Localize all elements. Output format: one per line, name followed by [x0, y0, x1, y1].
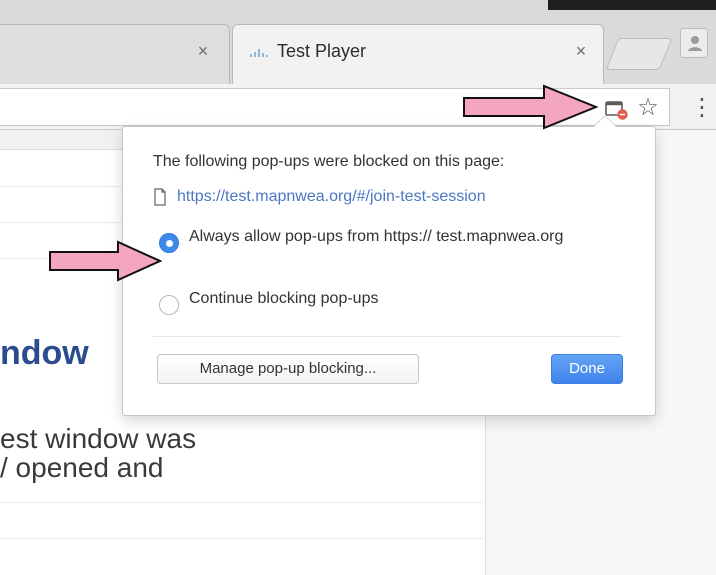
tab-test-player[interactable]: Test Player × — [232, 24, 604, 84]
allow-popups-label[interactable]: Always allow pop-ups from https:// test.… — [189, 227, 579, 247]
close-icon[interactable]: × — [195, 42, 211, 60]
faint-divider — [0, 502, 486, 503]
done-button[interactable]: Done — [551, 354, 623, 384]
close-icon[interactable]: × — [573, 42, 589, 60]
page-body-line-1: est window was — [0, 423, 197, 454]
test-player-favicon — [250, 49, 268, 57]
new-tab-button[interactable] — [605, 38, 673, 70]
selected-radio[interactable] — [159, 233, 179, 253]
profile-button[interactable] — [680, 28, 708, 58]
blocked-link-row: https://test.mapnwea.org/#/join-test-ses… — [153, 185, 486, 209]
unselected-radio[interactable] — [159, 295, 179, 315]
menu-icon[interactable]: ⋮ — [690, 96, 714, 124]
blocked-popup-link[interactable]: https://test.mapnwea.org/#/join-test-ses… — [177, 187, 486, 207]
tab-title: Test Player — [277, 41, 367, 61]
profile-icon — [688, 36, 702, 51]
page-heading-fragment: ndow — [0, 334, 89, 372]
browser-tab-strip: × Test Player × — [0, 0, 716, 84]
file-icon — [154, 188, 166, 206]
popup-blocked-bubble: The following pop-ups were blocked on th… — [122, 115, 656, 416]
continue-blocking-label[interactable]: Continue blocking pop-ups — [189, 289, 579, 309]
star-icon[interactable]: ☆ — [636, 94, 660, 122]
pink-arrow-left — [49, 240, 162, 282]
top-dark-strip — [548, 0, 716, 10]
popup-title: The following pop-ups were blocked on th… — [153, 153, 505, 170]
popup-separator — [153, 336, 622, 337]
faint-divider — [0, 538, 486, 539]
pink-arrow-top — [463, 84, 598, 130]
manage-popup-blocking-button[interactable]: Manage pop-up blocking... — [157, 354, 419, 384]
page-body-line-2: / opened and — [0, 452, 164, 483]
tab-inactive[interactable]: × — [0, 24, 230, 84]
